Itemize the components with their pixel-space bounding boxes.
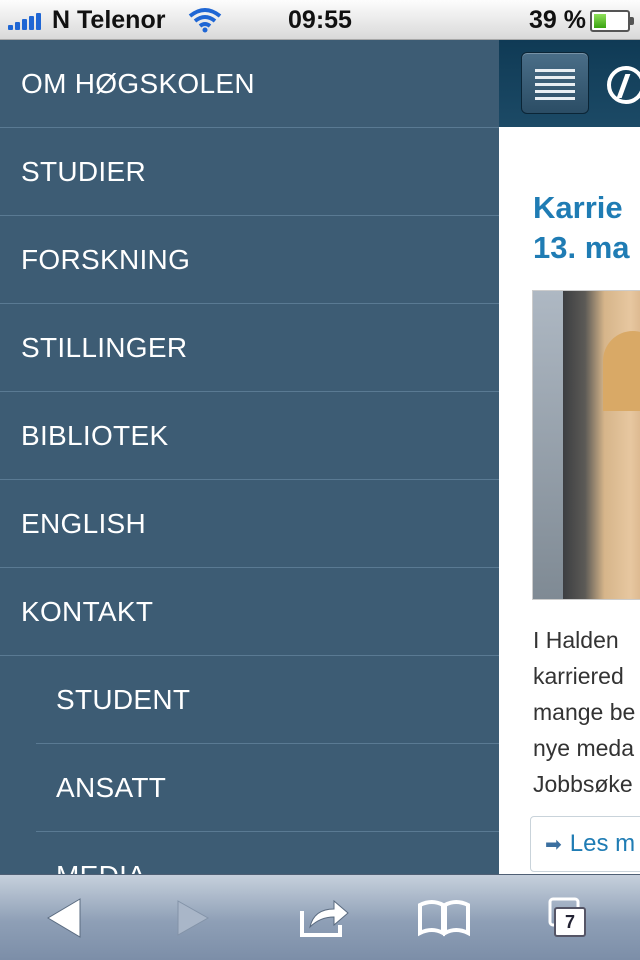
browser-toolbar: 7 — [0, 874, 640, 960]
hiof-logo-icon[interactable] — [607, 66, 640, 104]
share-icon[interactable] — [296, 895, 356, 941]
tabs-icon[interactable]: 7 — [544, 895, 604, 941]
back-arrow-icon[interactable] — [40, 895, 100, 941]
menu-item-studier[interactable]: STUDIER — [0, 128, 499, 216]
tabs-count: 7 — [554, 907, 586, 937]
menu-item-bibliotek[interactable]: BIBLIOTEK — [0, 392, 499, 480]
menu-subitem-student[interactable]: STUDENT — [36, 656, 499, 744]
menu-subitem-media[interactable]: MEDIA — [36, 832, 499, 875]
article-photo — [532, 290, 640, 600]
menu-item-stillinger[interactable]: STILLINGER — [0, 304, 499, 392]
article-excerpt: I Halden karriered mange be nye meda Job… — [533, 622, 640, 802]
forward-arrow-icon[interactable] — [164, 895, 224, 941]
menu-item-kontakt[interactable]: KONTAKT — [0, 568, 499, 656]
excerpt-line: Jobbsøke — [533, 771, 633, 797]
excerpt-line: nye meda — [533, 735, 635, 761]
status-bar: N Telenor 09:55 39 % — [0, 0, 640, 40]
article-headline[interactable]: Karrie 13. ma — [533, 188, 640, 268]
menu-item-english[interactable]: ENGLISH — [0, 480, 499, 568]
headline-line-1: Karrie — [533, 190, 623, 225]
menu-subitem-ansatt[interactable]: ANSATT — [36, 744, 499, 832]
page-content: Karrie 13. ma I Halden karriered mange b… — [499, 40, 640, 874]
battery-icon — [590, 10, 634, 32]
headline-line-2: 13. ma — [533, 230, 630, 265]
battery-percentage: 39 % — [529, 6, 586, 34]
menu-item-om-hogskolen[interactable]: OM HØGSKOLEN — [0, 40, 499, 128]
side-menu: OM HØGSKOLEN STUDIER FORSKNING STILLINGE… — [0, 40, 499, 874]
arrow-right-icon: ➡ — [545, 833, 562, 856]
read-more-button[interactable]: ➡ Les m — [530, 816, 640, 872]
site-header — [499, 40, 640, 127]
read-more-label: Les m — [569, 830, 636, 857]
excerpt-line: karriered — [533, 663, 624, 689]
excerpt-line: I Halden — [533, 627, 619, 653]
bookmarks-icon[interactable] — [414, 895, 474, 941]
excerpt-line: mange be — [533, 699, 636, 725]
menu-item-forskning[interactable]: FORSKNING — [0, 216, 499, 304]
hamburger-menu-icon[interactable] — [521, 52, 589, 114]
